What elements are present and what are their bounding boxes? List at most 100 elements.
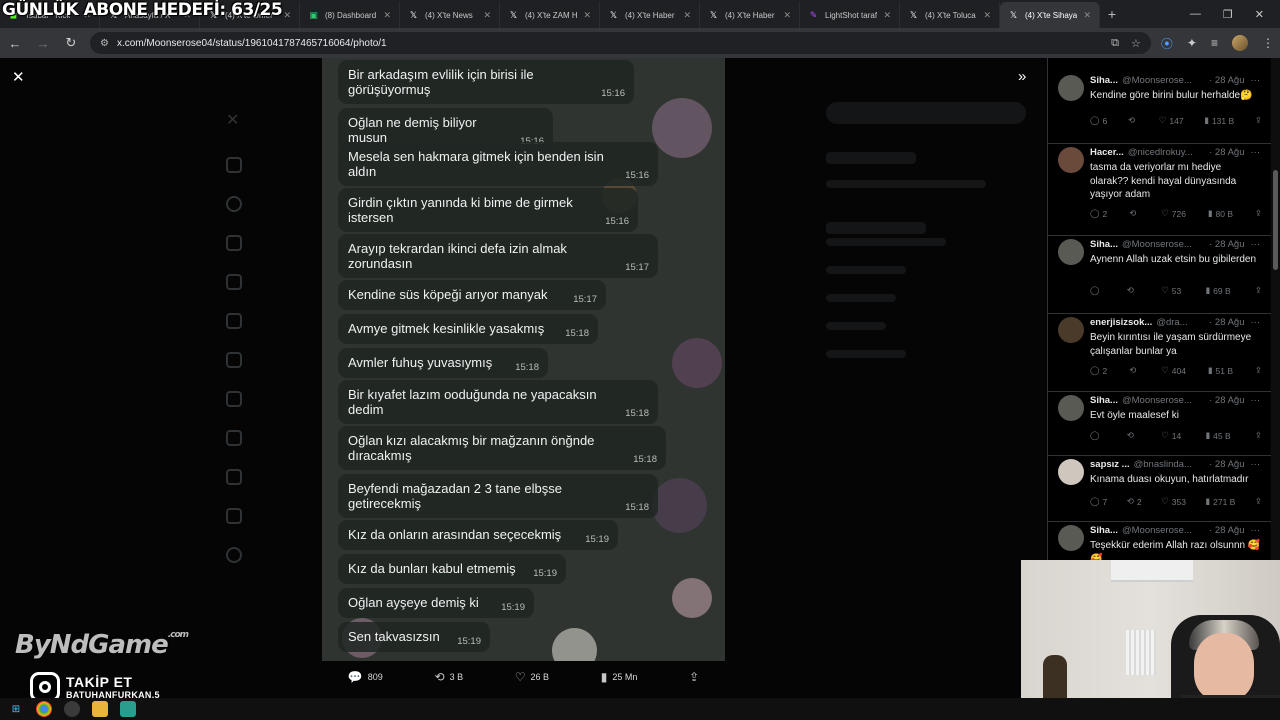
more-options-icon[interactable]: ··· [1251,75,1261,86]
like-button[interactable]: ♡ 353 [1161,496,1186,507]
views-button[interactable]: ▮ 69 B [1205,285,1230,296]
more-options-icon[interactable]: ··· [1251,395,1261,406]
browser-tab[interactable]: 𝕏 (4) X'te Haber ✕ [700,2,800,28]
views-button[interactable]: ▮ 131 B [1204,115,1234,126]
share-button[interactable]: ⇪ [1255,365,1262,376]
window-close-icon[interactable]: ✕ [1255,8,1264,21]
reply-author-name[interactable]: Siha... [1090,525,1118,536]
reply-count[interactable]: 💬 809 [348,670,383,684]
reply-author-handle[interactable]: @Moonserose... [1122,395,1205,406]
tab-close-icon[interactable]: ✕ [883,10,891,21]
reply-author-name[interactable]: Siha... [1090,239,1118,250]
repost-button[interactable]: ⟲ [1129,208,1139,219]
avatar[interactable] [1058,317,1084,343]
minimize-icon[interactable]: — [1190,8,1201,21]
reply-date[interactable]: · 28 Ağu [1209,147,1244,158]
repost-button[interactable]: ⟲ [1129,365,1139,376]
share-button[interactable]: ⇪ [1255,430,1262,441]
reply-date[interactable]: · 28 Ağu [1209,395,1244,406]
site-info-icon[interactable]: ⚙ [100,38,109,49]
share-button[interactable]: ⇪ [1255,208,1262,219]
like-count[interactable]: ♡ 26 B [515,670,549,684]
tab-close-icon[interactable]: ✕ [283,10,291,21]
expand-replies-icon[interactable]: » [1018,68,1026,85]
tab-close-icon[interactable]: ✕ [583,10,591,21]
avatar[interactable] [1058,395,1084,421]
file-explorer-icon[interactable] [92,701,108,717]
tab-close-icon[interactable]: ✕ [383,10,391,21]
reply-author-handle[interactable]: @Moonserose... [1122,239,1205,250]
tab-close-icon[interactable]: ✕ [1083,10,1091,21]
repost-count[interactable]: ⟲ 3 B [435,670,464,684]
views-button[interactable]: ▮ 80 B [1208,208,1233,219]
browser-tab[interactable]: 𝕏 (4) X'te Haber ✕ [600,2,700,28]
bookmark-star-icon[interactable]: ☆ [1131,37,1141,50]
reply-author-handle[interactable]: @Moonserose... [1122,525,1205,536]
avatar[interactable] [1058,525,1084,551]
reply-button[interactable]: ◯ 2 [1090,365,1107,376]
reply-button[interactable]: ◯ [1090,430,1103,441]
new-tab-button[interactable]: + [1100,6,1124,22]
reply-author-handle[interactable]: @Moonserose... [1122,75,1205,86]
menu-icon[interactable]: ⋮ [1262,36,1274,50]
views-button[interactable]: ▮ 271 B [1205,496,1235,507]
more-options-icon[interactable]: ··· [1251,239,1261,250]
views-button[interactable]: ▮ 51 B [1208,365,1233,376]
reply-author-name[interactable]: Hacer... [1090,147,1124,158]
reply-item[interactable]: Siha... @Moonserose... · 28 Ağu ··· Kendine … [1048,72,1271,144]
tab-search-icon[interactable]: ≡ [1211,36,1218,50]
reply-author-name[interactable]: enerjisizsok... [1090,317,1152,328]
browser-tab[interactable]: 𝕏 (4) X'te News ✕ [400,2,500,28]
view-count[interactable]: ▮ 25 Mn [601,670,638,684]
reply-author-handle[interactable]: @dra... [1156,317,1205,328]
windows-start-icon[interactable]: ⊞ [8,701,24,717]
install-icon[interactable]: ⧉ [1111,37,1119,50]
reply-date[interactable]: · 28 Ağu [1209,75,1244,86]
avatar[interactable] [1058,459,1084,485]
obs-icon[interactable] [64,701,80,717]
share-button[interactable]: ⇪ [1255,115,1262,126]
browser-tab[interactable]: ▣ (8) Dashboard ✕ [300,2,400,28]
more-options-icon[interactable]: ··· [1251,317,1261,328]
views-button[interactable]: ▮ 45 B [1205,430,1230,441]
browser-tab[interactable]: 𝕏 (4) X'te ZAM H ✕ [500,2,600,28]
reply-item[interactable]: Siha... @Moonserose... · 28 Ağu ··· Evt öyle… [1048,392,1271,456]
reply-item[interactable]: Siha... @Moonserose... · 28 Ağu ··· Aynenn A… [1048,236,1271,314]
tab-close-icon[interactable]: ✕ [483,10,491,21]
reply-date[interactable]: · 28 Ağu [1209,317,1244,328]
app-icon[interactable] [120,701,136,717]
tweet-photo[interactable]: Bir arkadaşım evlilik için birisi ile gö… [322,58,725,661]
reply-item[interactable]: enerjisizsok... @dra... · 28 Ağu ··· Beyin k… [1048,314,1271,392]
reply-date[interactable]: · 28 Ağu [1209,459,1244,470]
reply-author-name[interactable]: sapsız ... [1090,459,1130,470]
restore-icon[interactable]: ❐ [1223,8,1233,21]
reply-author-handle[interactable]: @nicedlrokuy... [1128,147,1205,158]
reply-item[interactable]: sapsız ... @bnaslinda... · 28 Ağu ··· Kınama… [1048,456,1271,522]
reply-button[interactable]: ◯ 2 [1090,208,1107,219]
reply-button[interactable]: ◯ 6 [1090,115,1107,126]
avatar[interactable] [1058,75,1084,101]
reload-icon[interactable]: ↻ [62,35,80,51]
tab-close-icon[interactable]: ✕ [783,10,791,21]
reply-date[interactable]: · 28 Ağu [1209,525,1244,536]
tab-close-icon[interactable]: ✕ [683,10,691,21]
chrome-icon[interactable] [36,701,52,717]
browser-tab[interactable]: 𝕏 (4) X'te Sihaya ✕ [1000,2,1100,28]
repost-button[interactable]: ⟲ [1128,115,1138,126]
tab-close-icon[interactable]: ✕ [983,10,991,21]
share-button[interactable]: ⇪ [1255,496,1262,507]
avatar[interactable] [1058,147,1084,173]
reply-item[interactable]: Hacer... @nicedlrokuy... · 28 Ağu ··· tasma … [1048,144,1271,236]
browser-tab[interactable]: 𝕏 (4) X'te Toluca ✕ [900,2,1000,28]
share-button[interactable]: ⇪ [1255,285,1262,296]
repost-button[interactable]: ⟲ [1127,285,1137,296]
back-icon[interactable]: ← [6,36,24,51]
reply-date[interactable]: · 28 Ağu [1209,239,1244,250]
puzzle-icon[interactable]: ✦ [1187,36,1197,50]
like-button[interactable]: ♡ 53 [1161,285,1181,296]
close-viewer-icon[interactable]: ✕ [12,68,25,86]
reply-author-name[interactable]: Siha... [1090,75,1118,86]
like-button[interactable]: ♡ 147 [1159,115,1184,126]
avatar[interactable] [1058,239,1084,265]
more-options-icon[interactable]: ··· [1251,459,1261,470]
